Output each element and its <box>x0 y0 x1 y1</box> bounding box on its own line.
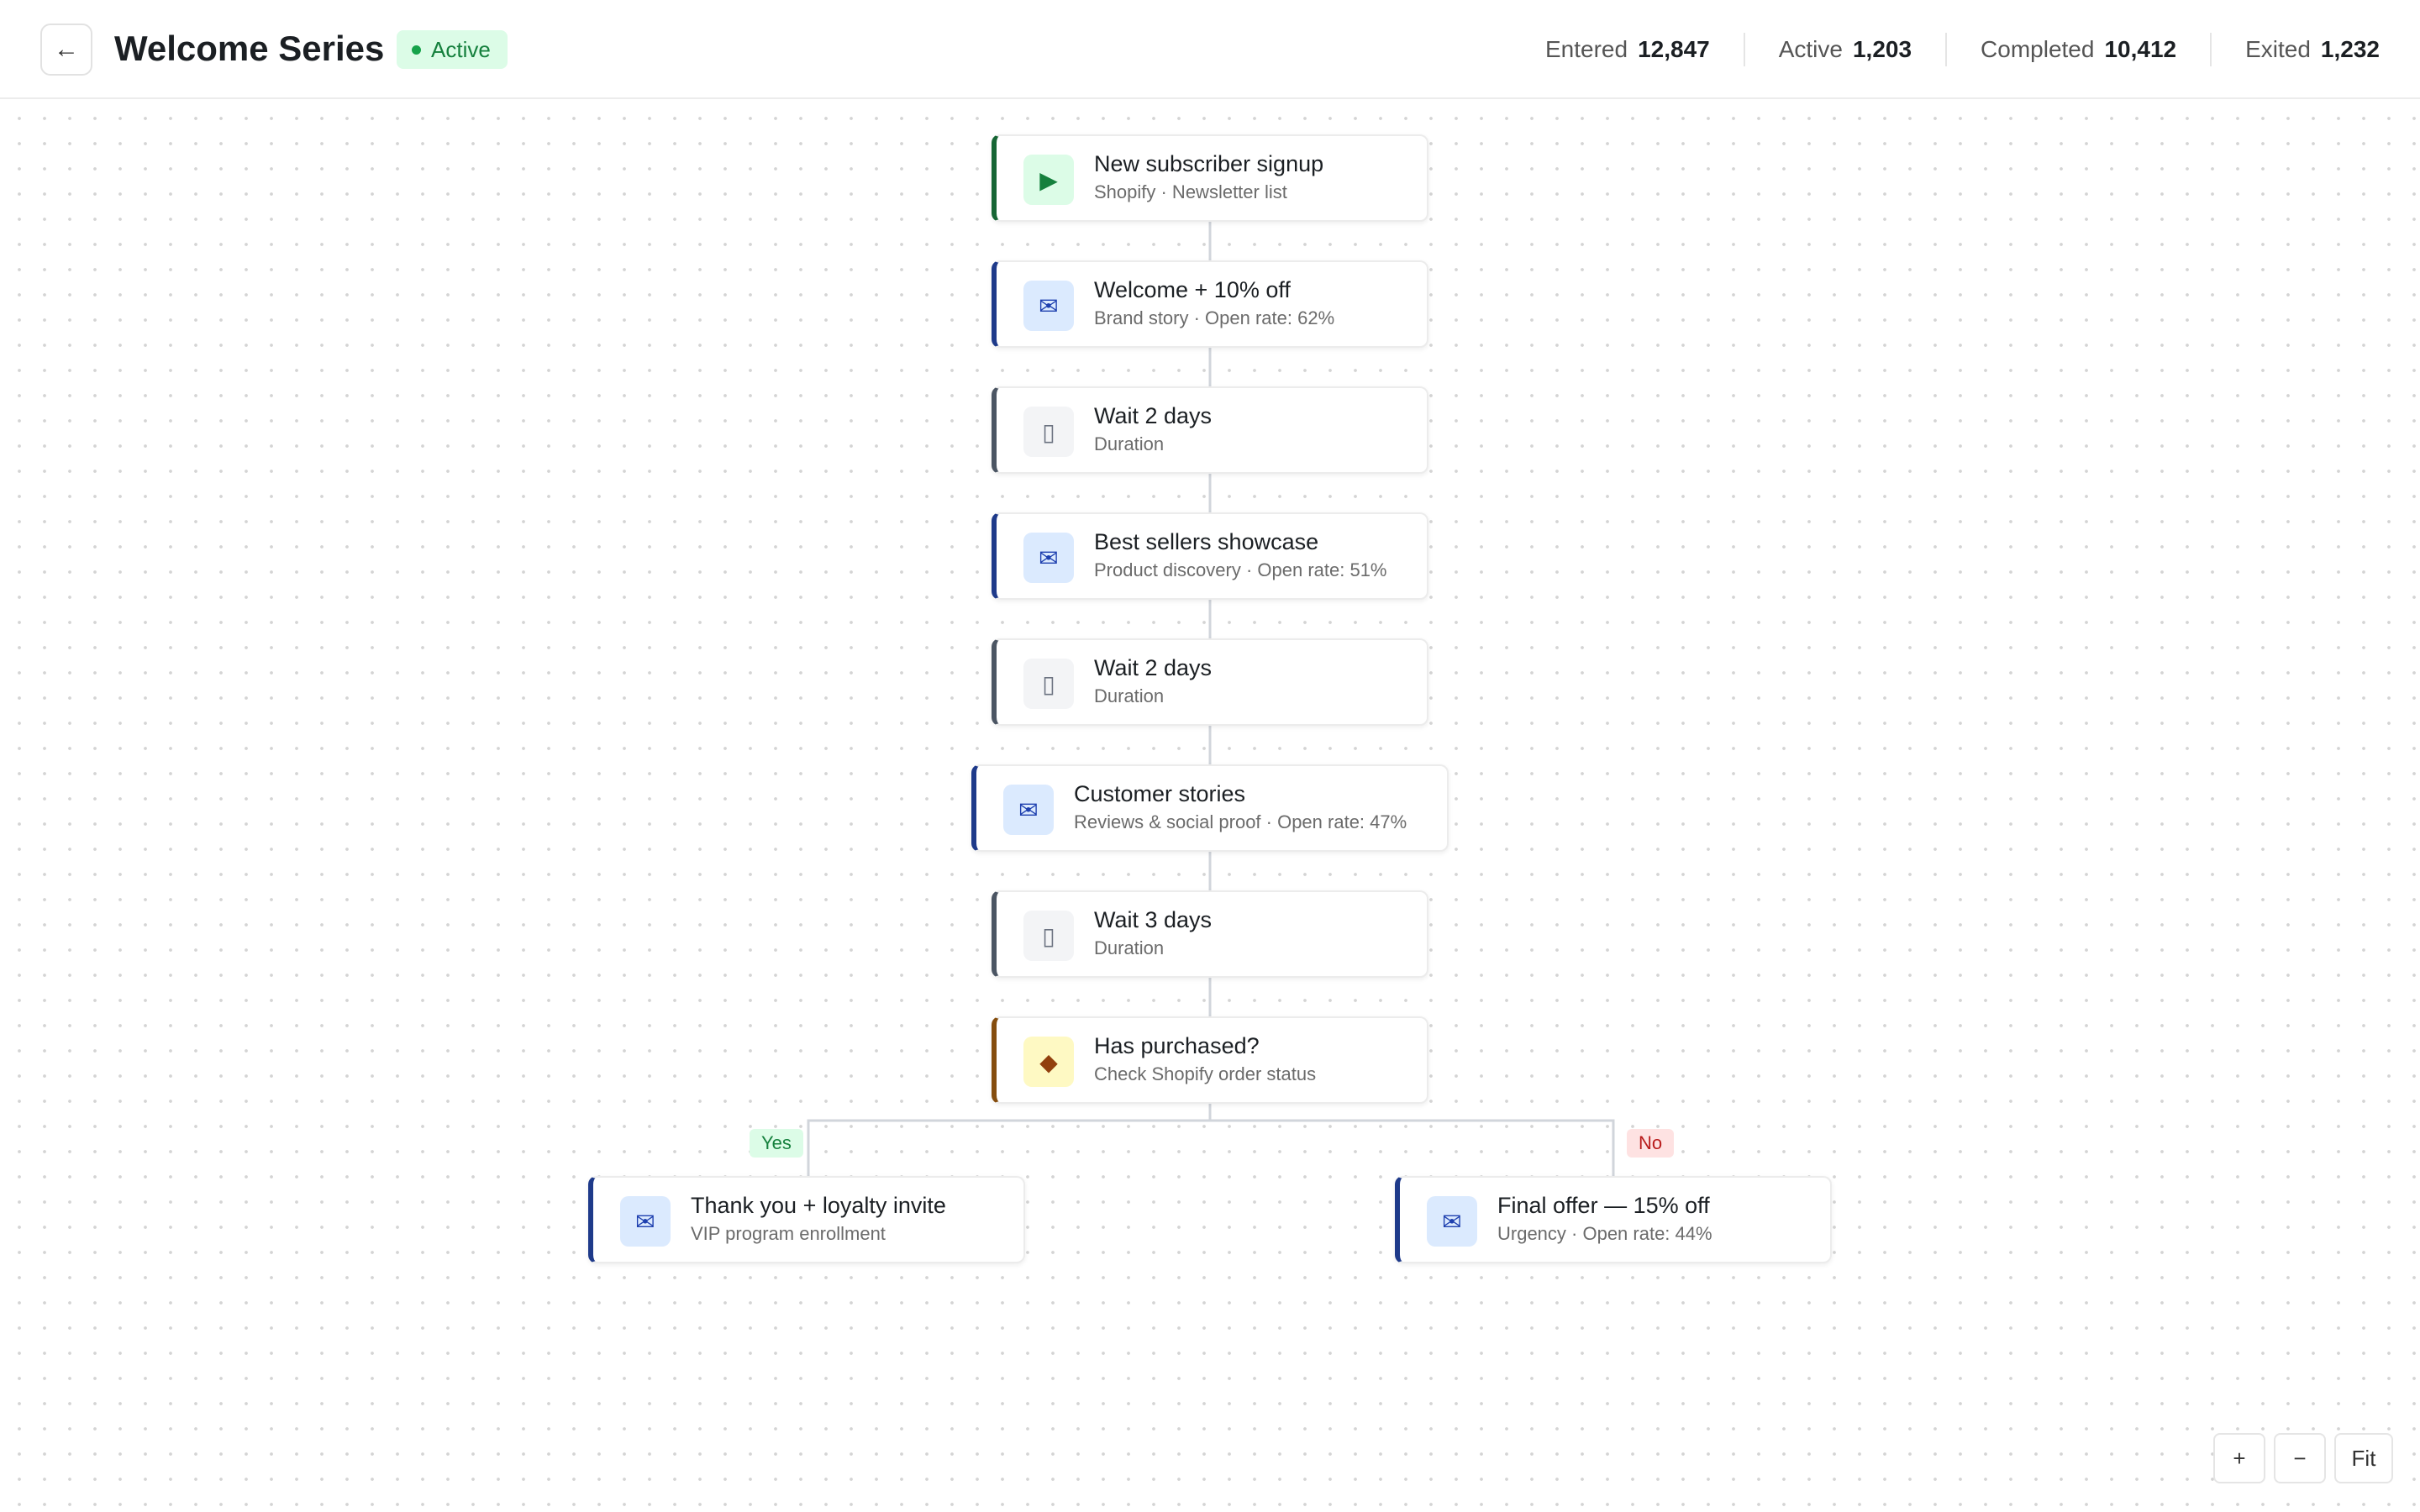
stat-entered: Entered 12,847 <box>1512 33 1744 66</box>
flow-node-email-yes[interactable]: ✉ Thank you + loyalty invite VIP program… <box>588 1176 1025 1263</box>
arrow-left-icon: ← <box>54 35 79 63</box>
node-subtitle: Reviews & social proof · Open rate: 47% <box>1074 811 1407 832</box>
branch-label-yes: Yes <box>750 1129 803 1158</box>
node-subtitle: Duration <box>1094 433 1165 454</box>
fit-label: Fit <box>2351 1445 2376 1471</box>
status-dot-icon <box>412 45 421 55</box>
plus-icon: + <box>2233 1445 2246 1471</box>
hourglass-icon: ▯ <box>1023 407 1074 457</box>
node-title: Customer stories <box>1074 781 1246 806</box>
stat-label: Exited <box>2245 36 2311 62</box>
stat-value: 1,232 <box>2320 36 2380 62</box>
node-title: New subscriber signup <box>1094 151 1324 176</box>
flow-node-wait[interactable]: ▯ Wait 3 days Duration <box>992 890 1428 978</box>
stat-label: Entered <box>1545 36 1628 62</box>
mail-icon: ✉ <box>1003 785 1054 835</box>
node-title: Final offer — 15% off <box>1497 1193 1710 1218</box>
node-title: Welcome + 10% off <box>1094 277 1291 302</box>
flow-node-condition[interactable]: ◆ Has purchased? Check Shopify order sta… <box>992 1016 1428 1104</box>
node-subtitle: Duration <box>1094 685 1165 706</box>
node-subtitle: Shopify · Newsletter list <box>1094 181 1287 202</box>
zoom-out-button[interactable]: − <box>2274 1433 2326 1483</box>
flow-node-email[interactable]: ✉ Customer stories Reviews & social proo… <box>971 764 1449 852</box>
node-subtitle: Check Shopify order status <box>1094 1063 1317 1084</box>
node-subtitle: Product discovery · Open rate: 51% <box>1094 559 1387 580</box>
hourglass-icon: ▯ <box>1023 659 1074 709</box>
node-subtitle: Brand story · Open rate: 62% <box>1094 307 1335 328</box>
hourglass-icon: ▯ <box>1023 911 1074 961</box>
flow-node-email[interactable]: ✉ Welcome + 10% off Brand story · Open r… <box>992 260 1428 348</box>
play-icon: ▶ <box>1023 155 1074 205</box>
node-title: Wait 2 days <box>1094 655 1213 680</box>
journey-header: ← Welcome Series Active Entered 12,847 A… <box>0 0 2420 99</box>
zoom-in-button[interactable]: + <box>2213 1433 2265 1483</box>
mail-icon: ✉ <box>620 1196 671 1247</box>
flow-node-email-no[interactable]: ✉ Final offer — 15% off Urgency · Open r… <box>1395 1176 1832 1263</box>
node-title: Wait 3 days <box>1094 907 1213 932</box>
node-subtitle: VIP program enrollment <box>691 1223 886 1244</box>
journey-stats: Entered 12,847 Active 1,203 Completed 10… <box>1512 25 2380 74</box>
page-title: Welcome Series <box>114 29 385 68</box>
stat-label: Active <box>1778 36 1843 62</box>
node-title: Thank you + loyalty invite <box>691 1193 946 1218</box>
stat-label: Completed <box>1981 36 2095 62</box>
node-subtitle: Urgency · Open rate: 44% <box>1497 1223 1712 1244</box>
stat-value: 12,847 <box>1638 36 1710 62</box>
stat-active: Active 1,203 <box>1743 33 1945 66</box>
back-button[interactable]: ← <box>40 24 92 76</box>
flow-node-email[interactable]: ✉ Best sellers showcase Product discover… <box>992 512 1428 600</box>
node-title: Has purchased? <box>1094 1033 1260 1058</box>
flow-node-wait[interactable]: ▯ Wait 2 days Duration <box>992 638 1428 726</box>
stat-value: 10,412 <box>2104 36 2177 62</box>
mail-icon: ✉ <box>1023 533 1074 583</box>
stat-value: 1,203 <box>1852 36 1912 62</box>
node-title: Wait 2 days <box>1094 403 1213 428</box>
branch-label-no: No <box>1627 1129 1675 1158</box>
status-label: Active <box>431 36 491 62</box>
mail-icon: ✉ <box>1427 1196 1477 1247</box>
flow-node-wait[interactable]: ▯ Wait 2 days Duration <box>992 386 1428 474</box>
status-badge: Active <box>397 30 508 69</box>
mail-icon: ✉ <box>1023 281 1074 331</box>
zoom-fit-button[interactable]: Fit <box>2334 1433 2393 1483</box>
node-subtitle: Duration <box>1094 937 1165 958</box>
minus-icon: − <box>2293 1445 2307 1471</box>
flow-node-trigger[interactable]: ▶ New subscriber signup Shopify · Newsle… <box>992 134 1428 222</box>
stat-exited: Exited 1,232 <box>2210 33 2380 66</box>
node-title: Best sellers showcase <box>1094 529 1319 554</box>
stat-completed: Completed 10,412 <box>1945 33 2210 66</box>
diamond-icon: ◆ <box>1023 1037 1074 1087</box>
